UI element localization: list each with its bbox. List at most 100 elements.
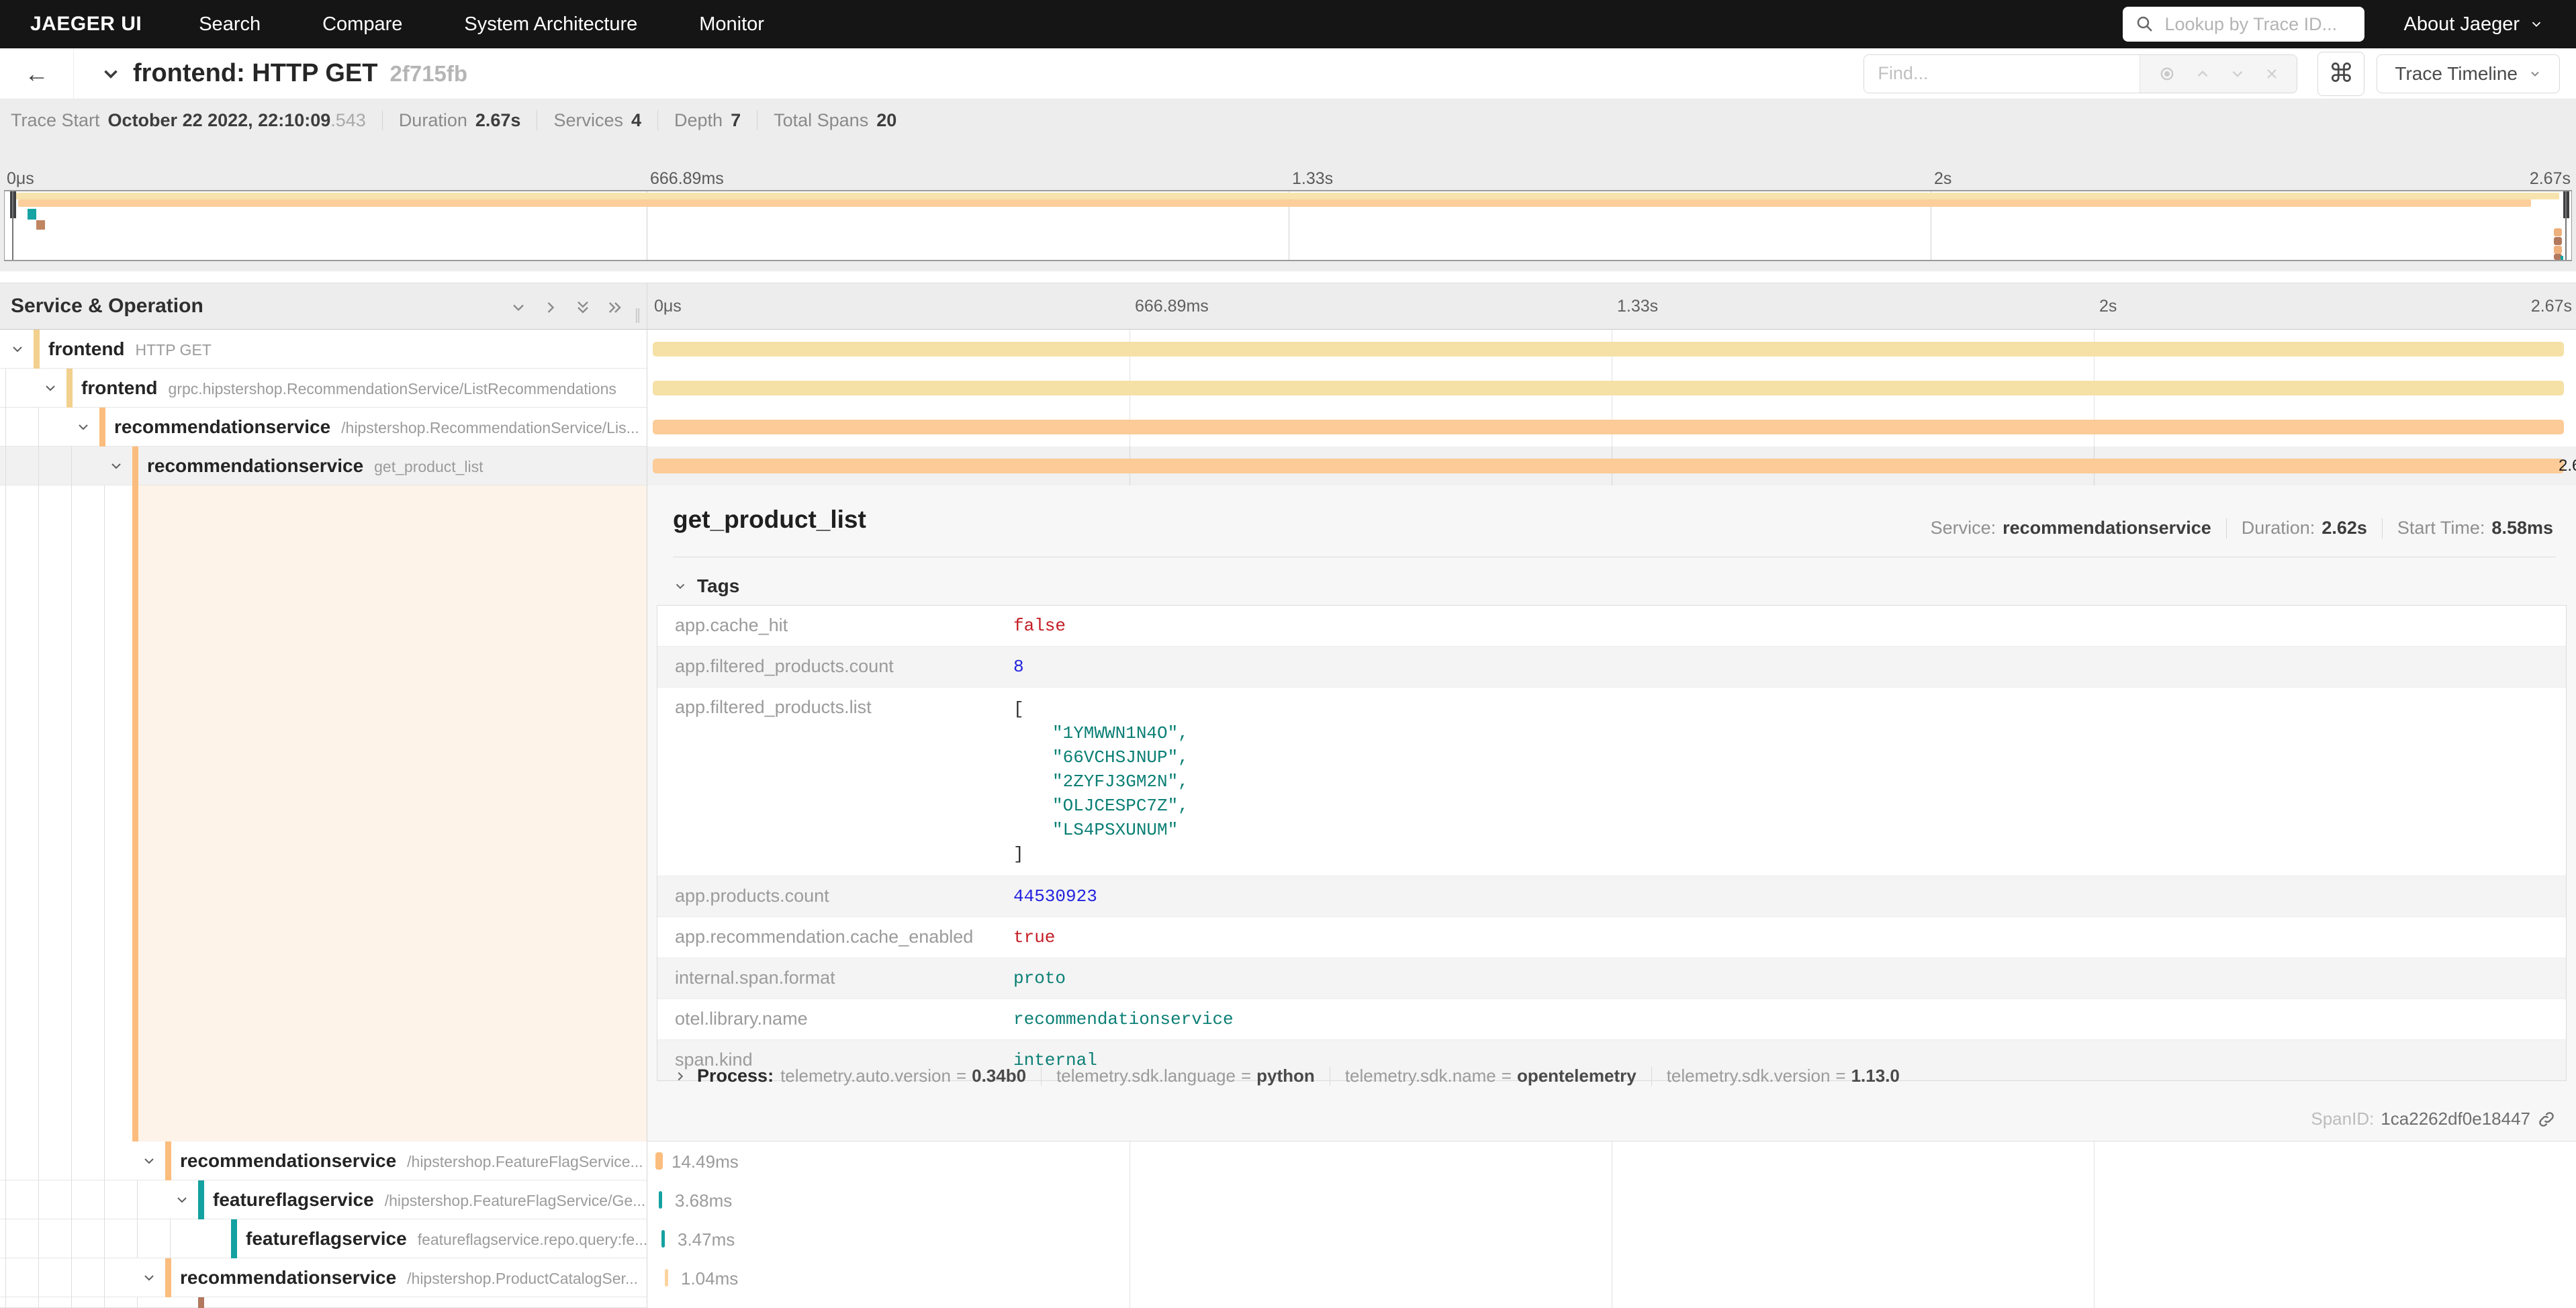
clear-find-icon[interactable]	[2264, 66, 2280, 82]
span-row[interactable]: frontendHTTP GET	[0, 330, 2576, 369]
minimap-gap	[0, 271, 2576, 283]
nav-item-search[interactable]: Search	[199, 13, 261, 36]
command-icon: ⌘	[2328, 58, 2354, 89]
span-duration-bar[interactable]	[653, 459, 2564, 473]
tag-row[interactable]: app.products.count44530923	[657, 876, 2566, 917]
span-row-timeline-cell[interactable]: 3.68ms	[647, 1180, 2576, 1219]
span-row-timeline-cell[interactable]	[647, 369, 2576, 408]
tag-list-bracket: ]	[1013, 842, 1189, 866]
find-next-icon[interactable]	[2229, 65, 2246, 83]
span-color-accent	[99, 408, 105, 447]
nav-item-system-architecture[interactable]: System Architecture	[464, 13, 637, 36]
process-label: Process:	[697, 1066, 774, 1086]
copy-link-icon[interactable]	[2537, 1110, 2556, 1129]
span-row-timeline-cell[interactable]: 14.49ms	[647, 1141, 2576, 1180]
expand-one-icon[interactable]	[541, 298, 560, 317]
span-row[interactable]	[0, 1297, 2576, 1308]
summary-item: Trace StartOctober 22 2022, 22:10:09.543	[11, 110, 366, 131]
span-row-timeline-cell[interactable]	[647, 408, 2576, 447]
span-row-label-cell: recommendationservice/hipstershop.Produc…	[0, 1258, 647, 1297]
process-key: telemetry.auto.version	[780, 1066, 951, 1086]
collapse-one-icon[interactable]	[509, 298, 528, 317]
tags-section-toggle[interactable]: Tags	[673, 575, 739, 597]
summary-value: 20	[876, 110, 896, 131]
span-service-name: frontendgrpc.hipstershop.RecommendationS…	[81, 377, 616, 399]
span-operation-name: get_product_list	[374, 458, 483, 475]
find-input[interactable]	[1864, 55, 2140, 93]
span-duration-bar[interactable]	[653, 381, 2564, 395]
span-color-accent	[231, 1219, 237, 1258]
nav-item-monitor[interactable]: Monitor	[699, 13, 764, 36]
tag-row[interactable]: otel.library.namerecommendationservice	[657, 999, 2566, 1040]
chevron-right-icon	[673, 1069, 688, 1084]
span-row-label-cell: recommendationserviceget_product_list	[0, 447, 647, 485]
span-row-timeline-cell[interactable]: 3.47ms	[647, 1219, 2576, 1258]
span-row[interactable]: featureflagservice/hipstershop.FeatureFl…	[0, 1180, 2576, 1219]
tag-value: recommendationservice	[1007, 999, 1234, 1039]
span-expand-toggle[interactable]	[141, 1270, 157, 1289]
span-expand-toggle[interactable]	[141, 1153, 157, 1172]
trace-id-input[interactable]	[2164, 14, 2352, 35]
tag-key: app.products.count	[657, 876, 1007, 917]
span-row[interactable]: recommendationservice/hipstershop.Produc…	[0, 1258, 2576, 1297]
process-section-toggle[interactable]: Process: telemetry.auto.version=0.34b0te…	[673, 1066, 1900, 1086]
span-duration-bar[interactable]	[653, 420, 2564, 434]
overview-label: Start Time:	[2397, 518, 2485, 539]
minimap-span-bar	[36, 220, 45, 230]
span-expand-toggle[interactable]	[42, 380, 58, 400]
keyboard-shortcuts-button[interactable]: ⌘	[2317, 52, 2364, 96]
span-row[interactable]: recommendationserviceget_product_list2.6…	[0, 447, 2576, 485]
locate-icon[interactable]	[2158, 64, 2176, 83]
span-expand-toggle[interactable]	[75, 419, 91, 438]
tag-row[interactable]: app.filtered_products.count8	[657, 647, 2566, 688]
span-row-timeline-cell[interactable]	[647, 1297, 2576, 1308]
trace-id-search[interactable]	[2123, 7, 2364, 42]
jaeger-trace-page: JAEGER UI Search Compare System Architectu…	[0, 0, 2576, 1308]
tag-row[interactable]: app.filtered_products.list["1YMWWN1N4O",…	[657, 688, 2566, 876]
span-duration-tick	[655, 1152, 663, 1170]
tag-row[interactable]: app.cache_hitfalse	[657, 606, 2566, 647]
span-expand-toggle[interactable]	[174, 1192, 190, 1211]
back-button[interactable]: ←	[0, 48, 74, 99]
minimap-span-bar	[15, 193, 2559, 199]
span-row[interactable]: recommendationservice/hipstershop.Featur…	[0, 1141, 2576, 1180]
column-resizer[interactable]: ∥	[634, 306, 641, 324]
process-equals: =	[1502, 1066, 1512, 1086]
span-expand-toggle[interactable]	[9, 341, 26, 361]
trace-view-selector[interactable]: Trace Timeline	[2377, 54, 2560, 93]
span-row-label-cell: recommendationservice/hipstershop.Recomm…	[0, 408, 647, 447]
summary-value: 4	[631, 110, 641, 131]
span-row-timeline-cell[interactable]	[647, 330, 2576, 369]
minimap-canvas[interactable]	[4, 190, 2572, 261]
tag-row[interactable]: app.recommendation.cache_enabledtrue	[657, 917, 2566, 958]
span-row-timeline-cell[interactable]: 2.62s	[647, 447, 2576, 485]
about-jaeger-menu[interactable]: About Jaeger	[2403, 13, 2544, 36]
ruler-tick-label: 666.89ms	[1135, 297, 1209, 316]
span-color-accent	[66, 369, 73, 408]
tag-key: app.recommendation.cache_enabled	[657, 917, 1007, 957]
find-prev-icon[interactable]	[2194, 65, 2211, 83]
span-expand-toggle[interactable]	[108, 458, 124, 477]
tag-row[interactable]: internal.span.formatproto	[657, 958, 2566, 999]
top-nav: JAEGER UI Search Compare System Architectu…	[0, 0, 2576, 48]
span-duration-tick	[661, 1230, 665, 1248]
span-row-label-cell: featureflagservicefeatureflagservice.rep…	[0, 1219, 647, 1258]
span-service-name: recommendationservice/hipstershop.Recomm…	[114, 416, 639, 438]
span-row-timeline-cell[interactable]: 1.04ms	[647, 1258, 2576, 1297]
span-row[interactable]: featureflagservicefeatureflagservice.rep…	[0, 1219, 2576, 1258]
span-row[interactable]: frontendgrpc.hipstershop.RecommendationS…	[0, 369, 2576, 408]
chevron-down-icon	[141, 1270, 157, 1286]
span-id-value: 1ca2262df0e18447	[2381, 1109, 2530, 1129]
collapse-trace-button[interactable]	[99, 62, 122, 85]
span-duration-bar[interactable]	[653, 342, 2564, 357]
expand-all-icon[interactable]	[606, 298, 625, 317]
span-service-name: recommendationservice/hipstershop.Featur…	[180, 1150, 643, 1172]
chevron-down-icon	[673, 579, 688, 594]
nav-item-compare[interactable]: Compare	[322, 13, 402, 36]
selected-span-highlight	[138, 485, 647, 1141]
app-logo[interactable]: JAEGER UI	[30, 13, 142, 36]
span-duration-label: 3.47ms	[678, 1229, 735, 1250]
overview-value: recommendationservice	[2003, 518, 2211, 539]
span-row[interactable]: recommendationservice/hipstershop.Recomm…	[0, 408, 2576, 447]
collapse-all-icon[interactable]	[573, 298, 592, 317]
